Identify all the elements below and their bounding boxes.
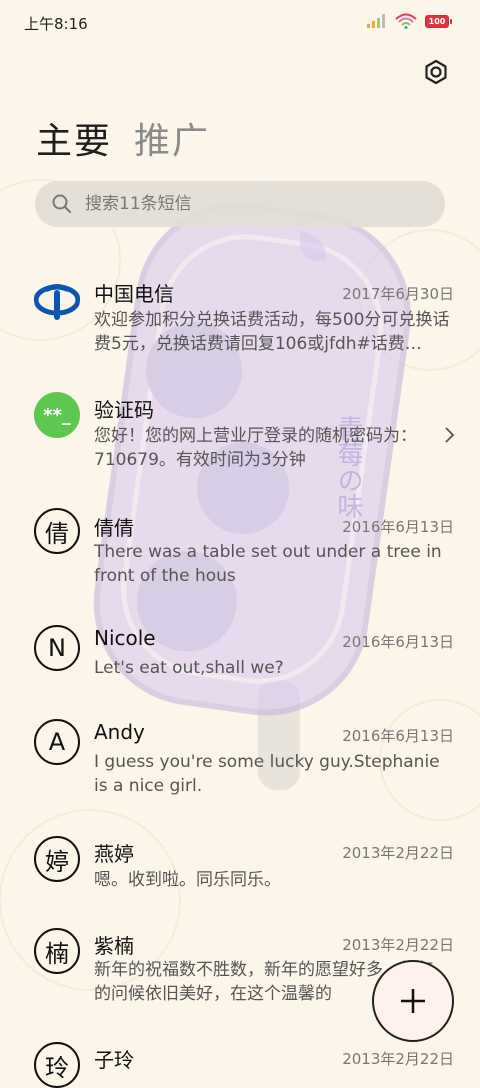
new-message-button[interactable] — [372, 960, 454, 1042]
conversation-row[interactable]: N Nicole 2016年6月13日 Let's eat out,shall … — [0, 620, 480, 700]
contact-name: Nicole — [94, 626, 156, 650]
contact-name: Andy — [94, 720, 145, 744]
avatar: N — [34, 625, 80, 671]
message-preview: 嗯。收到啦。同乐同乐。 — [94, 870, 281, 890]
avatar: A — [34, 719, 80, 765]
message-date: 2013年2月22日 — [342, 844, 454, 862]
tab-promotions[interactable]: 推广 — [134, 112, 210, 164]
avatar: 玲 — [34, 1042, 80, 1088]
message-date: 2017年6月30日 — [342, 285, 454, 303]
contact-name: 紫楠 — [94, 934, 134, 958]
conversation-row[interactable]: 玲 子玲 2013年2月22日 — [0, 1040, 480, 1088]
chevron-right-icon[interactable] — [442, 426, 456, 444]
tab-primary[interactable]: 主要 — [36, 112, 112, 164]
conversation-row[interactable]: A Andy 2016年6月13日 I guess you're some lu… — [0, 714, 480, 818]
china-telecom-logo-icon — [34, 284, 80, 320]
avatar: 楠 — [34, 928, 80, 974]
contact-name: 中国电信 — [94, 282, 174, 306]
conversation-row[interactable]: 倩 倩倩 2016年6月13日 There was a table set ou… — [0, 502, 480, 606]
message-date: 2016年6月13日 — [342, 518, 454, 536]
message-preview: 您好！您的网上营业厅登录的随机密码为：710679。有效时间为3分钟 — [94, 426, 417, 470]
message-preview: Let's eat out,shall we? — [94, 658, 284, 678]
message-preview: There was a table set out under a tree i… — [94, 542, 442, 586]
status-bar: 上午8:16 100 — [0, 0, 480, 46]
conversation-row[interactable]: 婷 燕婷 2013年2月22日 嗯。收到啦。同乐同乐。 — [0, 832, 480, 912]
avatar: 婷 — [34, 836, 80, 882]
message-preview: 欢迎参加积分兑换话费活动，每500分可兑换话费5元，兑换话费请回复106或jfd… — [94, 310, 450, 354]
contact-name: 燕婷 — [94, 842, 134, 866]
conversation-row[interactable]: **_ 验证码 您好！您的网上营业厅登录的随机密码为：710679。有效时间为3… — [0, 384, 480, 490]
battery-icon: 100 — [425, 14, 452, 28]
message-date: 2013年2月22日 — [342, 936, 454, 954]
settings-gear-icon[interactable] — [422, 58, 450, 86]
message-date: 2016年6月13日 — [342, 633, 454, 651]
status-icons: 100 — [367, 13, 452, 29]
verification-code-avatar: **_ — [34, 392, 80, 438]
message-date: 2016年6月13日 — [342, 727, 454, 745]
signal-icon — [367, 14, 385, 28]
search-bar[interactable] — [35, 181, 445, 227]
plus-icon — [401, 989, 425, 1013]
search-icon — [52, 194, 71, 213]
contact-name: 倩倩 — [94, 516, 134, 540]
contact-name: 验证码 — [94, 398, 154, 422]
avatar: 倩 — [34, 508, 80, 554]
conversation-row[interactable]: 中国电信 2017年6月30日 欢迎参加积分兑换话费活动，每500分可兑换话费5… — [0, 262, 480, 372]
search-input[interactable] — [83, 193, 417, 215]
status-time: 上午8:16 — [24, 15, 88, 33]
category-tabs: 主要 推广 — [36, 112, 210, 164]
message-preview: I guess you're some lucky guy.Stephanie … — [94, 752, 440, 796]
wifi-icon — [395, 13, 417, 29]
contact-name: 子玲 — [94, 1048, 134, 1072]
